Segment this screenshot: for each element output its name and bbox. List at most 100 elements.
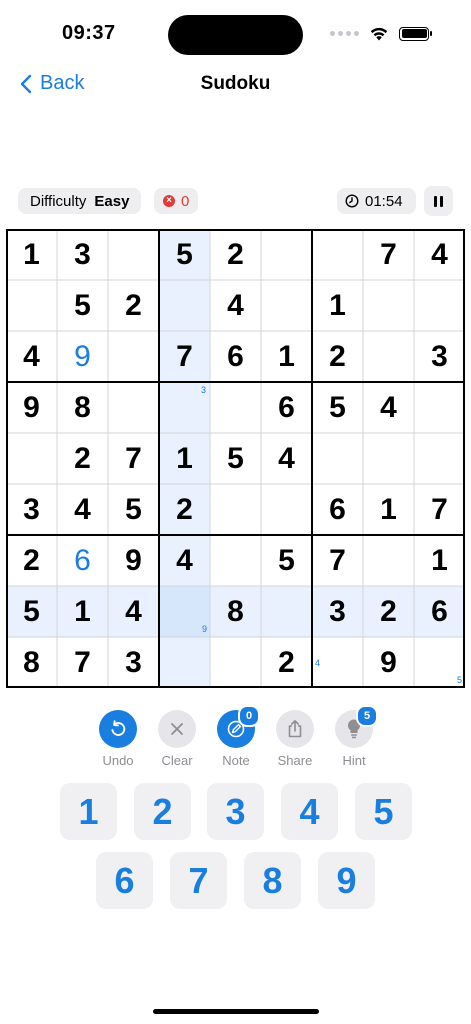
cell-r9-c8[interactable]: 9 [363, 637, 414, 688]
cell-r3-c9[interactable]: 3 [414, 331, 465, 382]
cell-r9-c9[interactable]: 5 [414, 637, 465, 688]
cell-r6-c6[interactable] [261, 484, 312, 535]
cell-r8-c3[interactable]: 4 [108, 586, 159, 637]
cell-r3-c8[interactable] [363, 331, 414, 382]
number-button-8[interactable]: 8 [244, 852, 301, 909]
cell-r8-c5[interactable]: 8 [210, 586, 261, 637]
cell-r4-c7[interactable]: 5 [312, 382, 363, 433]
cell-r7-c9[interactable]: 1 [414, 535, 465, 586]
cell-r9-c6[interactable]: 2 [261, 637, 312, 688]
cell-r9-c2[interactable]: 7 [57, 637, 108, 688]
cell-r7-c4[interactable]: 4 [159, 535, 210, 586]
cell-r8-c6[interactable] [261, 586, 312, 637]
cell-r3-c1[interactable]: 4 [6, 331, 57, 382]
cell-r7-c1[interactable]: 2 [6, 535, 57, 586]
cell-r2-c1[interactable] [6, 280, 57, 331]
cell-r9-c1[interactable]: 8 [6, 637, 57, 688]
cell-r1-c8[interactable]: 7 [363, 229, 414, 280]
cell-r4-c9[interactable] [414, 382, 465, 433]
cell-r1-c3[interactable] [108, 229, 159, 280]
cell-value: 1 [176, 441, 193, 475]
cell-r8-c1[interactable]: 5 [6, 586, 57, 637]
cell-r8-c7[interactable]: 3 [312, 586, 363, 637]
cell-r8-c4[interactable]: 9 [159, 586, 210, 637]
cell-r6-c4[interactable]: 2 [159, 484, 210, 535]
number-button-9[interactable]: 9 [318, 852, 375, 909]
cell-r9-c5[interactable] [210, 637, 261, 688]
cell-r5-c3[interactable]: 7 [108, 433, 159, 484]
number-button-1[interactable]: 1 [60, 783, 117, 840]
cell-r3-c2[interactable]: 9 [57, 331, 108, 382]
cell-r1-c9[interactable]: 4 [414, 229, 465, 280]
cell-r2-c8[interactable] [363, 280, 414, 331]
share-button[interactable]: Share [275, 710, 315, 768]
cell-r1-c1[interactable]: 1 [6, 229, 57, 280]
cell-r7-c2[interactable]: 6 [57, 535, 108, 586]
cell-r5-c4[interactable]: 1 [159, 433, 210, 484]
cell-r9-c3[interactable]: 3 [108, 637, 159, 688]
number-button-5[interactable]: 5 [355, 783, 412, 840]
cell-r5-c7[interactable] [312, 433, 363, 484]
number-button-2[interactable]: 2 [134, 783, 191, 840]
clear-button[interactable]: Clear [157, 710, 197, 768]
cell-r8-c9[interactable]: 6 [414, 586, 465, 637]
cell-r1-c6[interactable] [261, 229, 312, 280]
number-button-6[interactable]: 6 [96, 852, 153, 909]
cell-r2-c4[interactable] [159, 280, 210, 331]
cell-r3-c4[interactable]: 7 [159, 331, 210, 382]
cell-r4-c4[interactable]: 3 [159, 382, 210, 433]
cell-r1-c4[interactable]: 5 [159, 229, 210, 280]
cell-r6-c5[interactable] [210, 484, 261, 535]
cell-value: 6 [278, 390, 295, 424]
cell-r6-c1[interactable]: 3 [6, 484, 57, 535]
cell-r3-c3[interactable] [108, 331, 159, 382]
cell-r6-c8[interactable]: 1 [363, 484, 414, 535]
cell-r3-c5[interactable]: 6 [210, 331, 261, 382]
cell-r6-c9[interactable]: 7 [414, 484, 465, 535]
cell-r4-c6[interactable]: 6 [261, 382, 312, 433]
cell-r7-c3[interactable]: 9 [108, 535, 159, 586]
cell-r1-c7[interactable] [312, 229, 363, 280]
cell-r5-c5[interactable]: 5 [210, 433, 261, 484]
hint-button[interactable]: 5 Hint [334, 705, 378, 768]
cell-r2-c3[interactable]: 2 [108, 280, 159, 331]
cell-r2-c9[interactable] [414, 280, 465, 331]
cell-r1-c5[interactable]: 2 [210, 229, 261, 280]
cell-r5-c8[interactable] [363, 433, 414, 484]
number-button-7[interactable]: 7 [170, 852, 227, 909]
cell-r4-c8[interactable]: 4 [363, 382, 414, 433]
cell-r9-c7[interactable]: 4 [312, 637, 363, 688]
cell-r4-c1[interactable]: 9 [6, 382, 57, 433]
cell-r7-c5[interactable] [210, 535, 261, 586]
difficulty-pill[interactable]: Difficulty Easy [18, 188, 142, 214]
cell-r6-c7[interactable]: 6 [312, 484, 363, 535]
home-indicator[interactable] [153, 1009, 319, 1014]
cell-r2-c2[interactable]: 5 [57, 280, 108, 331]
cell-r5-c9[interactable] [414, 433, 465, 484]
cell-r2-c6[interactable] [261, 280, 312, 331]
cell-r6-c2[interactable]: 4 [57, 484, 108, 535]
cell-r5-c6[interactable]: 4 [261, 433, 312, 484]
cell-r4-c5[interactable] [210, 382, 261, 433]
cell-r2-c7[interactable]: 1 [312, 280, 363, 331]
pause-button[interactable] [424, 186, 453, 216]
cell-r7-c7[interactable]: 7 [312, 535, 363, 586]
cell-r8-c2[interactable]: 1 [57, 586, 108, 637]
cell-r7-c8[interactable] [363, 535, 414, 586]
cell-r8-c8[interactable]: 2 [363, 586, 414, 637]
cell-r9-c4[interactable] [159, 637, 210, 688]
cell-r4-c3[interactable] [108, 382, 159, 433]
cell-r1-c2[interactable]: 3 [57, 229, 108, 280]
number-button-4[interactable]: 4 [281, 783, 338, 840]
cell-r7-c6[interactable]: 5 [261, 535, 312, 586]
cell-r3-c7[interactable]: 2 [312, 331, 363, 382]
note-button[interactable]: 0 Note [216, 705, 260, 768]
cell-r4-c2[interactable]: 8 [57, 382, 108, 433]
cell-r5-c2[interactable]: 2 [57, 433, 108, 484]
cell-r5-c1[interactable] [6, 433, 57, 484]
cell-r2-c5[interactable]: 4 [210, 280, 261, 331]
cell-r6-c3[interactable]: 5 [108, 484, 159, 535]
cell-r3-c6[interactable]: 1 [261, 331, 312, 382]
number-button-3[interactable]: 3 [207, 783, 264, 840]
undo-button[interactable]: Undo [98, 710, 138, 768]
